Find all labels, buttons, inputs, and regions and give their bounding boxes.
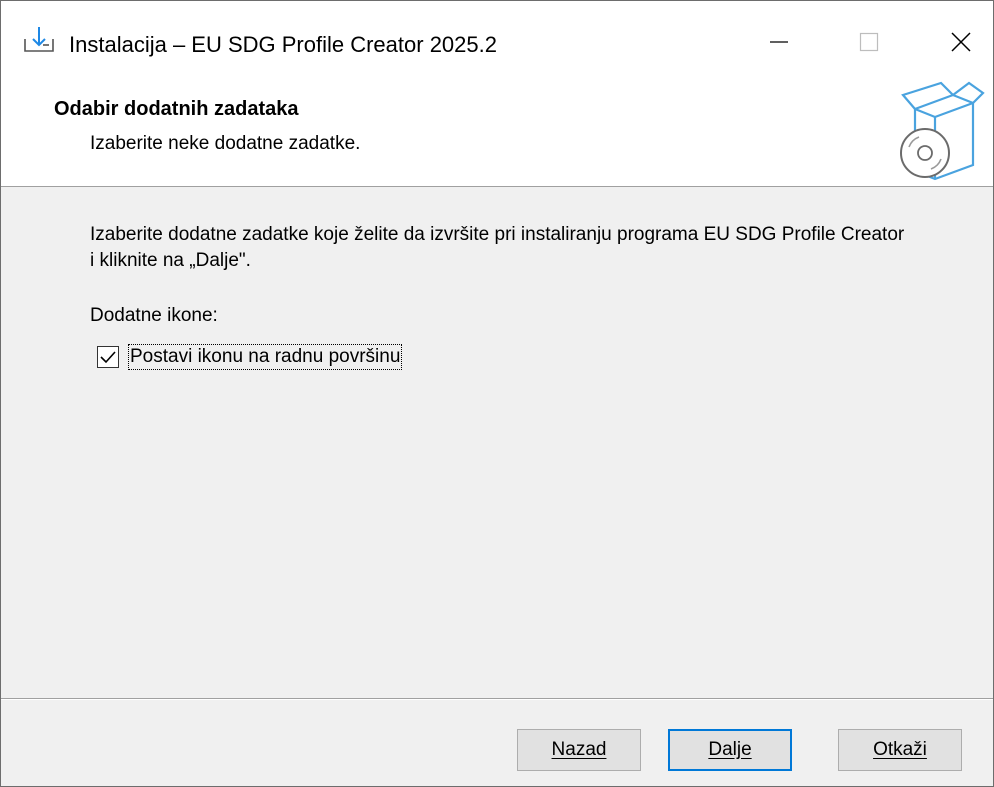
installer-window: Instalacija – EU SDG Profile Creator 202… xyxy=(0,0,994,787)
box-cd-icon xyxy=(895,81,985,183)
footer-divider-highlight xyxy=(1,699,993,700)
back-button[interactable]: Nazad xyxy=(517,729,641,771)
download-install-icon xyxy=(23,25,55,55)
window-title: Instalacija – EU SDG Profile Creator 202… xyxy=(69,32,497,57)
title-bar[interactable]: Instalacija – EU SDG Profile Creator 202… xyxy=(1,1,993,75)
checkmark-icon xyxy=(100,351,116,364)
maximize-icon xyxy=(859,32,879,52)
desktop-icon-checkbox[interactable] xyxy=(97,346,119,368)
page-title: Odabir dodatnih zadataka xyxy=(54,98,299,120)
cancel-button[interactable]: Otkaži xyxy=(838,729,962,771)
additional-icons-label: Dodatne ikone: xyxy=(90,305,218,326)
next-button[interactable]: Dalje xyxy=(668,729,792,771)
task-description: Izaberite dodatne zadatke koje želite da… xyxy=(90,224,905,271)
page-subtitle: Izaberite neke dodatne zadatke. xyxy=(90,133,361,154)
wizard-content: Izaberite dodatne zadatke koje želite da… xyxy=(1,188,993,698)
close-button[interactable] xyxy=(927,15,994,69)
maximize-button[interactable] xyxy=(835,15,903,69)
task-desktop-icon[interactable]: Postavi ikonu na radnu površinu xyxy=(97,344,403,370)
minimize-button[interactable] xyxy=(745,15,813,69)
minimize-icon xyxy=(770,41,788,43)
desktop-icon-label[interactable]: Postavi ikonu na radnu površinu xyxy=(128,344,403,370)
wizard-header: Odabir dodatnih zadataka Izaberite neke … xyxy=(1,75,993,187)
close-icon xyxy=(951,32,971,52)
